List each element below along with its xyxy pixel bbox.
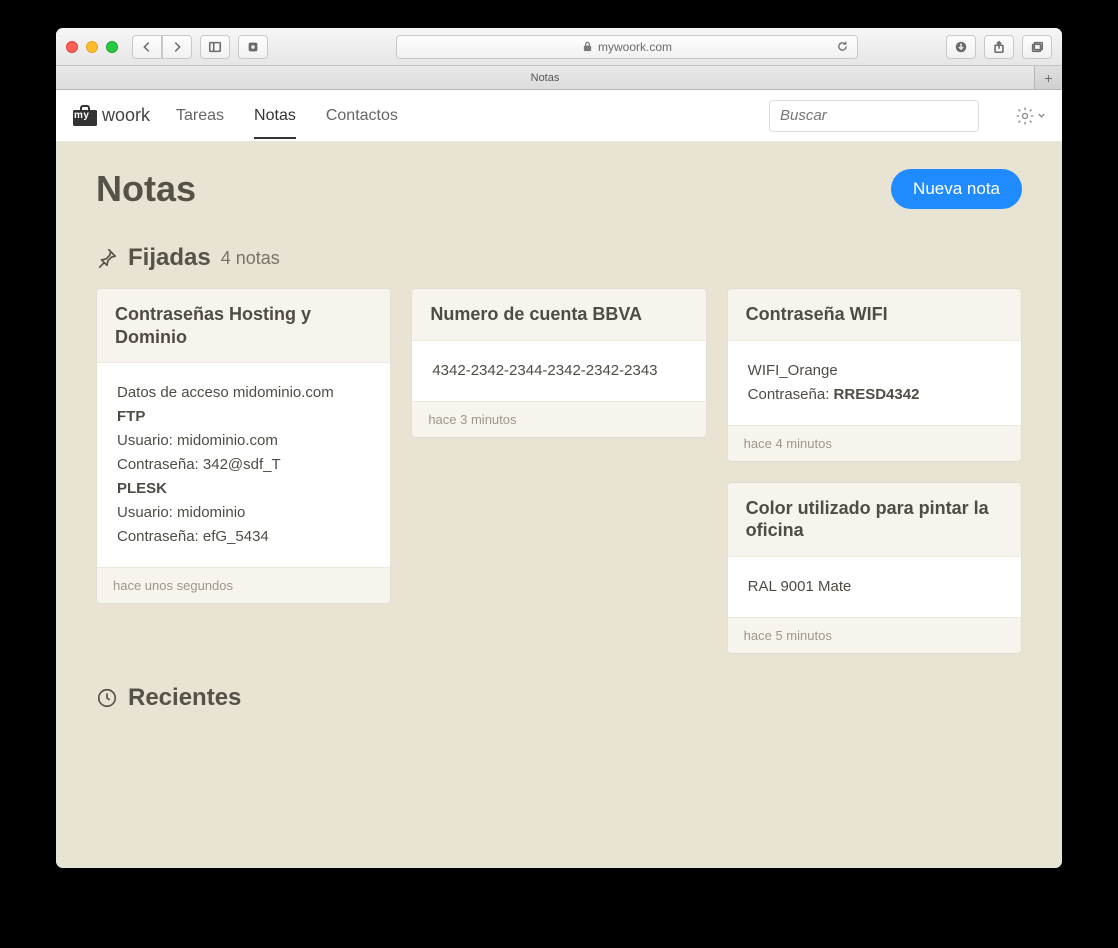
- card-body: WIFI_Orange Contraseña: RRESD4342: [728, 341, 1021, 425]
- nav-tareas[interactable]: Tareas: [176, 93, 224, 139]
- card-line: Contraseña: efG_5434: [117, 525, 370, 549]
- card-line: Usuario: midominio: [117, 501, 370, 525]
- card-line: Datos de acceso midominio.com: [117, 381, 370, 405]
- back-button[interactable]: [132, 35, 162, 59]
- card-timestamp: hace 4 minutos: [728, 425, 1021, 461]
- logo-prefix: my: [74, 110, 89, 121]
- grid-column: Contraseña WIFI WIFI_Orange Contraseña: …: [727, 288, 1022, 654]
- tabs-button[interactable]: [1022, 35, 1052, 59]
- card-line: RAL 9001 Mate: [748, 575, 1001, 599]
- logo-text: woork: [102, 105, 150, 126]
- note-card[interactable]: Numero de cuenta BBVA 4342-2342-2344-234…: [411, 288, 706, 438]
- maximize-window-icon[interactable]: [106, 41, 118, 53]
- forward-button[interactable]: [162, 35, 192, 59]
- card-title: Color utilizado para pintar la oficina: [746, 497, 1003, 542]
- note-card[interactable]: Contraseña WIFI WIFI_Orange Contraseña: …: [727, 288, 1022, 462]
- card-timestamp: hace unos segundos: [97, 567, 390, 603]
- address-bar[interactable]: mywoork.com: [396, 35, 858, 59]
- recent-label: Recientes: [128, 684, 241, 712]
- nav-notas[interactable]: Notas: [254, 93, 296, 139]
- card-line: WIFI_Orange: [748, 359, 1001, 383]
- gear-icon: [1015, 106, 1035, 126]
- search-input[interactable]: [769, 100, 979, 132]
- pinned-grid: Contraseñas Hosting y Dominio Datos de a…: [96, 288, 1022, 654]
- card-line: 4342-2342-2344-2342-2342-2343: [432, 359, 685, 383]
- browser-toolbar: mywoork.com: [56, 28, 1062, 66]
- new-note-button[interactable]: Nueva nota: [891, 169, 1022, 209]
- briefcase-icon: my: [72, 105, 98, 127]
- close-window-icon[interactable]: [66, 41, 78, 53]
- tab-title: Notas: [531, 72, 560, 84]
- pinned-count: 4 notas: [221, 248, 280, 269]
- sidebar-toggle-button[interactable]: [200, 35, 230, 59]
- clock-icon: [96, 687, 118, 709]
- pinned-section-header: Fijadas 4 notas: [96, 244, 1022, 272]
- card-line: Contraseña: 342@sdf_T: [117, 453, 370, 477]
- title-row: Notas Nueva nota: [96, 168, 1022, 210]
- nav-history-buttons: [132, 35, 192, 59]
- downloads-button[interactable]: [946, 35, 976, 59]
- card-body: Datos de acceso midominio.com FTP Usuari…: [97, 363, 390, 567]
- card-title: Contraseñas Hosting y Dominio: [115, 303, 372, 348]
- share-button[interactable]: [984, 35, 1014, 59]
- new-tab-button[interactable]: +: [1034, 66, 1062, 89]
- app-logo[interactable]: my woork: [72, 105, 150, 127]
- lock-icon: [582, 41, 593, 52]
- app-viewport: my woork Tareas Notas Contactos Notas Nu…: [56, 90, 1062, 868]
- recent-section-header: Recientes: [96, 684, 1022, 712]
- nav-contactos[interactable]: Contactos: [326, 93, 398, 139]
- reload-icon[interactable]: [836, 40, 849, 53]
- url-text: mywoork.com: [598, 40, 672, 54]
- chevron-down-icon: [1037, 111, 1046, 120]
- card-line: Contraseña: RRESD4342: [748, 383, 1001, 407]
- nav-links: Tareas Notas Contactos: [176, 93, 398, 139]
- toolbar-right: [946, 35, 1052, 59]
- card-title: Numero de cuenta BBVA: [430, 303, 687, 326]
- card-timestamp: hace 5 minutos: [728, 617, 1021, 653]
- page-title: Notas: [96, 168, 196, 210]
- window-controls: [66, 41, 118, 53]
- browser-tab[interactable]: Notas: [56, 66, 1034, 89]
- card-title: Contraseña WIFI: [746, 303, 1003, 326]
- note-card[interactable]: Contraseñas Hosting y Dominio Datos de a…: [96, 288, 391, 604]
- page-content: Notas Nueva nota Fijadas 4 notas Contras…: [56, 142, 1062, 868]
- privacy-button[interactable]: [238, 35, 268, 59]
- browser-window: mywoork.com Notas + my woork Tareas Nota: [56, 28, 1062, 868]
- card-line: PLESK: [117, 477, 370, 501]
- browser-tabbar: Notas +: [56, 66, 1062, 90]
- pin-icon: [96, 247, 118, 269]
- minimize-window-icon[interactable]: [86, 41, 98, 53]
- pinned-label: Fijadas: [128, 244, 211, 272]
- note-card[interactable]: Color utilizado para pintar la oficina R…: [727, 482, 1022, 654]
- card-body: 4342-2342-2344-2342-2342-2343: [412, 341, 705, 401]
- card-timestamp: hace 3 minutos: [412, 401, 705, 437]
- card-line: FTP: [117, 405, 370, 429]
- card-body: RAL 9001 Mate: [728, 557, 1021, 617]
- settings-menu[interactable]: [1005, 106, 1046, 126]
- card-line: Usuario: midominio.com: [117, 429, 370, 453]
- app-navbar: my woork Tareas Notas Contactos: [56, 90, 1062, 142]
